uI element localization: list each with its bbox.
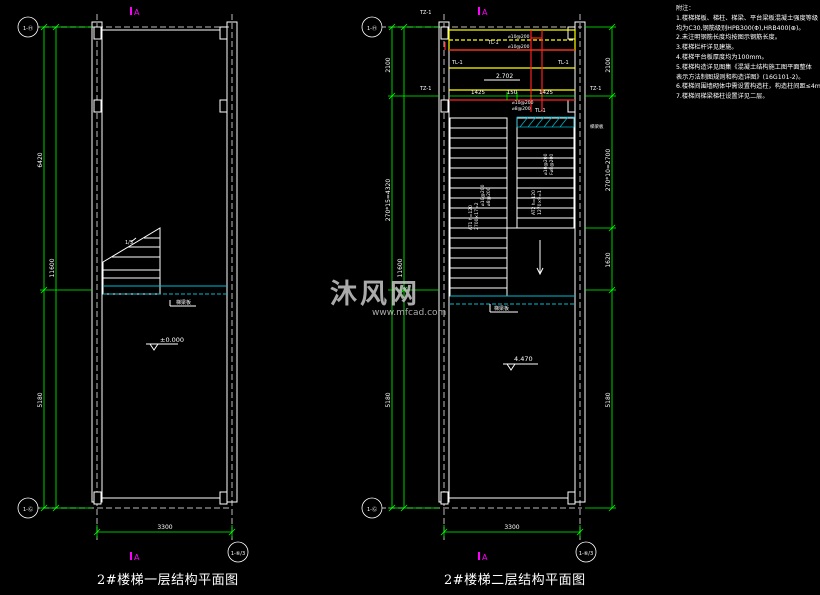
stair-label-left-2: 2700×17=2 [474, 202, 480, 230]
axis-markers-left [130, 7, 132, 560]
notes-heading: 附注： [676, 5, 695, 12]
stair-label-left-1: AT1 h=120 [468, 205, 474, 230]
note-line: 均为C30,钢筋级别HPB300(Φ),HRB400(⊕)。 [676, 24, 805, 32]
axis-marker-top-left: A [134, 8, 140, 17]
beams-top [444, 29, 576, 112]
axis-marker-bottom-left: A [134, 553, 140, 562]
stair-note-left: 1/5 [125, 240, 133, 246]
stair-label-right-2: 1270×9=1 [537, 190, 543, 215]
dim-upper-left: 6420 [37, 152, 44, 167]
label-tz-ml: TZ-1 [419, 86, 431, 92]
axis-label-top-left: 1-Ⓗ [23, 25, 33, 32]
dim-right-2: 1620 [605, 252, 612, 267]
note-line: 7.楼梯间梯梁梯柱设置详见二层。 [676, 93, 769, 101]
dim-sub-c: 1425 [539, 90, 553, 96]
title-first-floor: 2#楼梯一层结构平面图 [97, 573, 239, 588]
dim-sub-a: 1425 [471, 90, 485, 96]
stair-label-left-3: ⌀10@200 [480, 184, 486, 206]
stair-label-right-4: F⌀8@200 [549, 154, 555, 175]
dim-sub-b: 150 [507, 90, 518, 96]
level-mid-right: 2.702 [496, 73, 513, 80]
general-notes: 附注： 1.楼梯梯板、梯柱、梯梁、平台梁板混凝土强度等级 均为C30,钢筋级别H… [676, 4, 820, 102]
axis-marker-top-right: A [482, 8, 488, 17]
dim-lower-right: 5180 [385, 392, 392, 407]
rebar-c: ⌀10@200 [512, 100, 534, 106]
title-second-floor: 2#楼梯二层结构平面图 [444, 573, 586, 588]
stair-label-right-3: ⌀10@200 [543, 153, 549, 175]
axis-bubbles-left [17, 16, 249, 563]
rebar-d: ⌀8@200 [512, 106, 531, 112]
slab-note: 梯梁板 [590, 123, 604, 130]
dim-width-right: 3300 [504, 524, 519, 531]
dim-total-left: 11600 [49, 258, 56, 277]
axis-label-corner-left: 1-⑥/3 [231, 551, 245, 557]
axis-label-corner-right: 1-⑥/3 [579, 551, 593, 557]
stair-label-left-4: ⌀8@200 [486, 187, 492, 206]
axis-label-top-right: 1-Ⓗ [367, 25, 377, 32]
watermark-brand: 沐风网 [330, 279, 420, 310]
dim-top-left-right: 2100 [385, 57, 392, 72]
watermark-url: www.mfcad.com [372, 308, 447, 318]
label-tl-left: TL-1 [451, 60, 463, 66]
label-tz-mr: TZ-1 [589, 86, 601, 92]
dim-mid-left-right: 270*15=4320 [385, 179, 392, 222]
beam-label-right: 梯梁板 [494, 305, 509, 312]
note-line: 表示方法制图规则和构造详图》(16G101-2)。 [676, 73, 805, 81]
dim-mid-right-right: 270*10=2700 [605, 149, 612, 192]
note-line: 1.楼梯梯板、梯柱、梯梁、平台梁板混凝土强度等级 [676, 14, 819, 22]
axis-marker-bottom-right: A [482, 553, 488, 562]
dim-top-right-right: 2100 [605, 57, 612, 72]
note-line: 2.未注明钢筋长度均按图示钢筋长度。 [676, 34, 781, 42]
rebar-b: ⌀10@200 [508, 44, 530, 50]
rebar-a: ⌀10@200 [508, 34, 530, 40]
dim-width-left: 3300 [157, 524, 172, 531]
label-tl-top: TL-1 [487, 40, 499, 46]
dim-lower-right-right: 5180 [605, 392, 612, 407]
note-line: 5.楼梯构造详见图集《混凝土结构施工图平面整体 [676, 63, 812, 71]
axis-label-bottom-left: 1-Ⓖ [23, 506, 33, 513]
plan-first-floor [34, 14, 238, 540]
stair-label-right-1: AT2 h=120 [531, 190, 537, 215]
level-right: 4.470 [514, 355, 533, 363]
level-left: ±0.000 [160, 336, 184, 344]
note-line: 3.楼梯栏杆详见建施。 [676, 44, 738, 52]
note-line: 4.楼梯平台板厚度均为100mm。 [676, 53, 768, 61]
beam-label-left: 梯梁板 [176, 299, 191, 306]
watermark: 沐风网 www.mfcad.com [330, 272, 446, 318]
dim-lower-left: 5180 [37, 392, 44, 407]
label-tl-mid: TL-1 [534, 108, 546, 114]
dimensions-left [40, 23, 236, 538]
axis-label-bottom-right: 1-Ⓖ [367, 506, 377, 513]
label-tl-right: TL-1 [557, 60, 569, 66]
note-line: 6.楼梯间围墙砌体中需设置构造柱，构造柱间距≤4m。 [676, 83, 820, 91]
label-tz-tl: TZ-1 [419, 10, 431, 16]
